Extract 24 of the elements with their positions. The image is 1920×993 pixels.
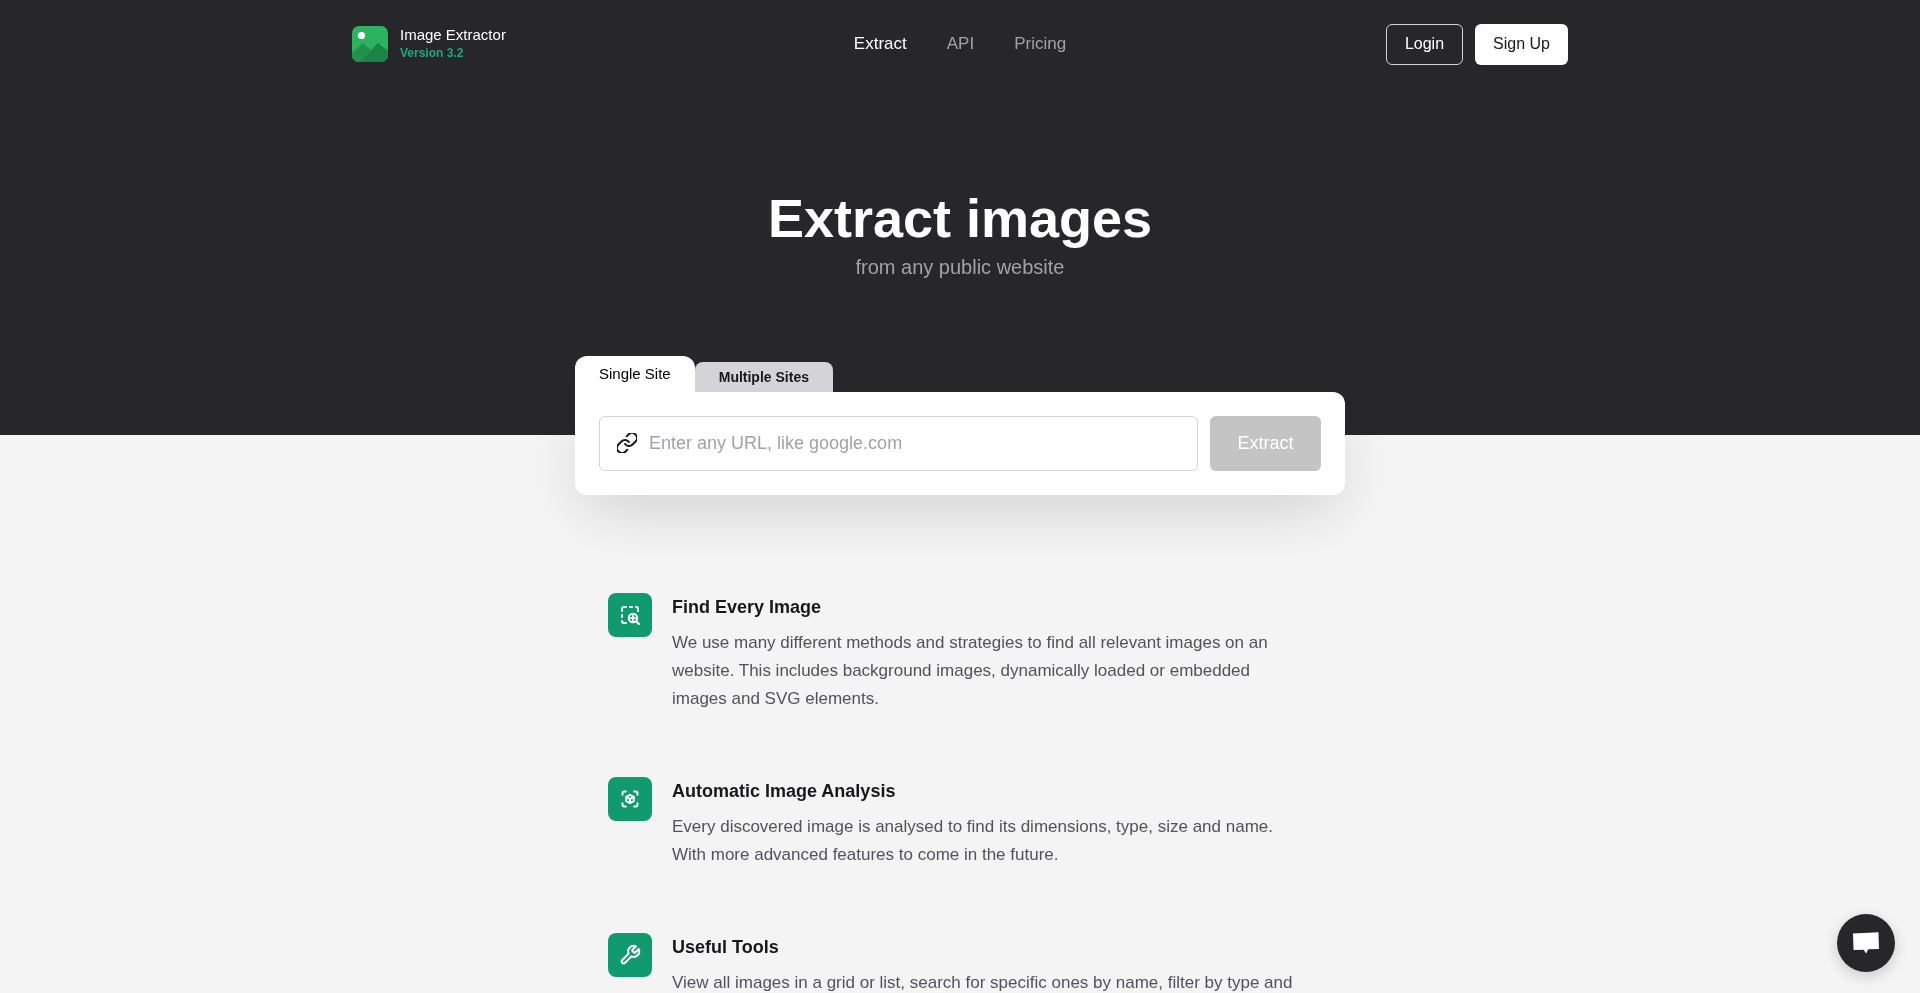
link-icon — [617, 433, 637, 453]
speech-bubble-icon — [1853, 932, 1879, 954]
feature-title: Find Every Image — [672, 596, 823, 619]
chat-button[interactable] — [1837, 914, 1895, 972]
feature-title: Useful Tools — [672, 936, 780, 959]
tab[interactable]: Single Site — [575, 356, 695, 392]
feature-description: View all images in a grid or list, search for specific ones by name, filter by type and — [672, 972, 1294, 993]
login-button[interactable]: Login — [1385, 23, 1464, 65]
cube-scan-icon — [608, 777, 652, 821]
feature-description: Every discovered image is analysed to find its dimensions, type, size and name. With more advanced features to come in the future. — [672, 816, 1274, 866]
tab[interactable]: Multiple Sites — [694, 362, 833, 392]
landscape-logo-icon — [352, 26, 388, 62]
wrench-icon — [608, 933, 652, 977]
app-name: Image Extractor — [400, 26, 506, 44]
hero-subtitle: from any public website — [855, 255, 1065, 280]
sign-up-button[interactable]: Sign Up — [1475, 23, 1568, 65]
nav-link[interactable]: API — [946, 31, 975, 57]
url-input-field[interactable]: Enter any URL, like google.com — [599, 416, 1198, 471]
nav-link[interactable]: Extract — [853, 31, 907, 57]
image-search-icon — [608, 593, 652, 637]
feature-description: We use many different methods and strategies to find all relevant images on an website. This includes background images, dynamically loaded or embedded images and SVG elements. — [672, 632, 1269, 710]
version-label: Version 3.2 — [400, 45, 465, 62]
nav-link[interactable]: Pricing — [1014, 31, 1067, 57]
feature-title: Automatic Image Analysis — [672, 780, 897, 803]
